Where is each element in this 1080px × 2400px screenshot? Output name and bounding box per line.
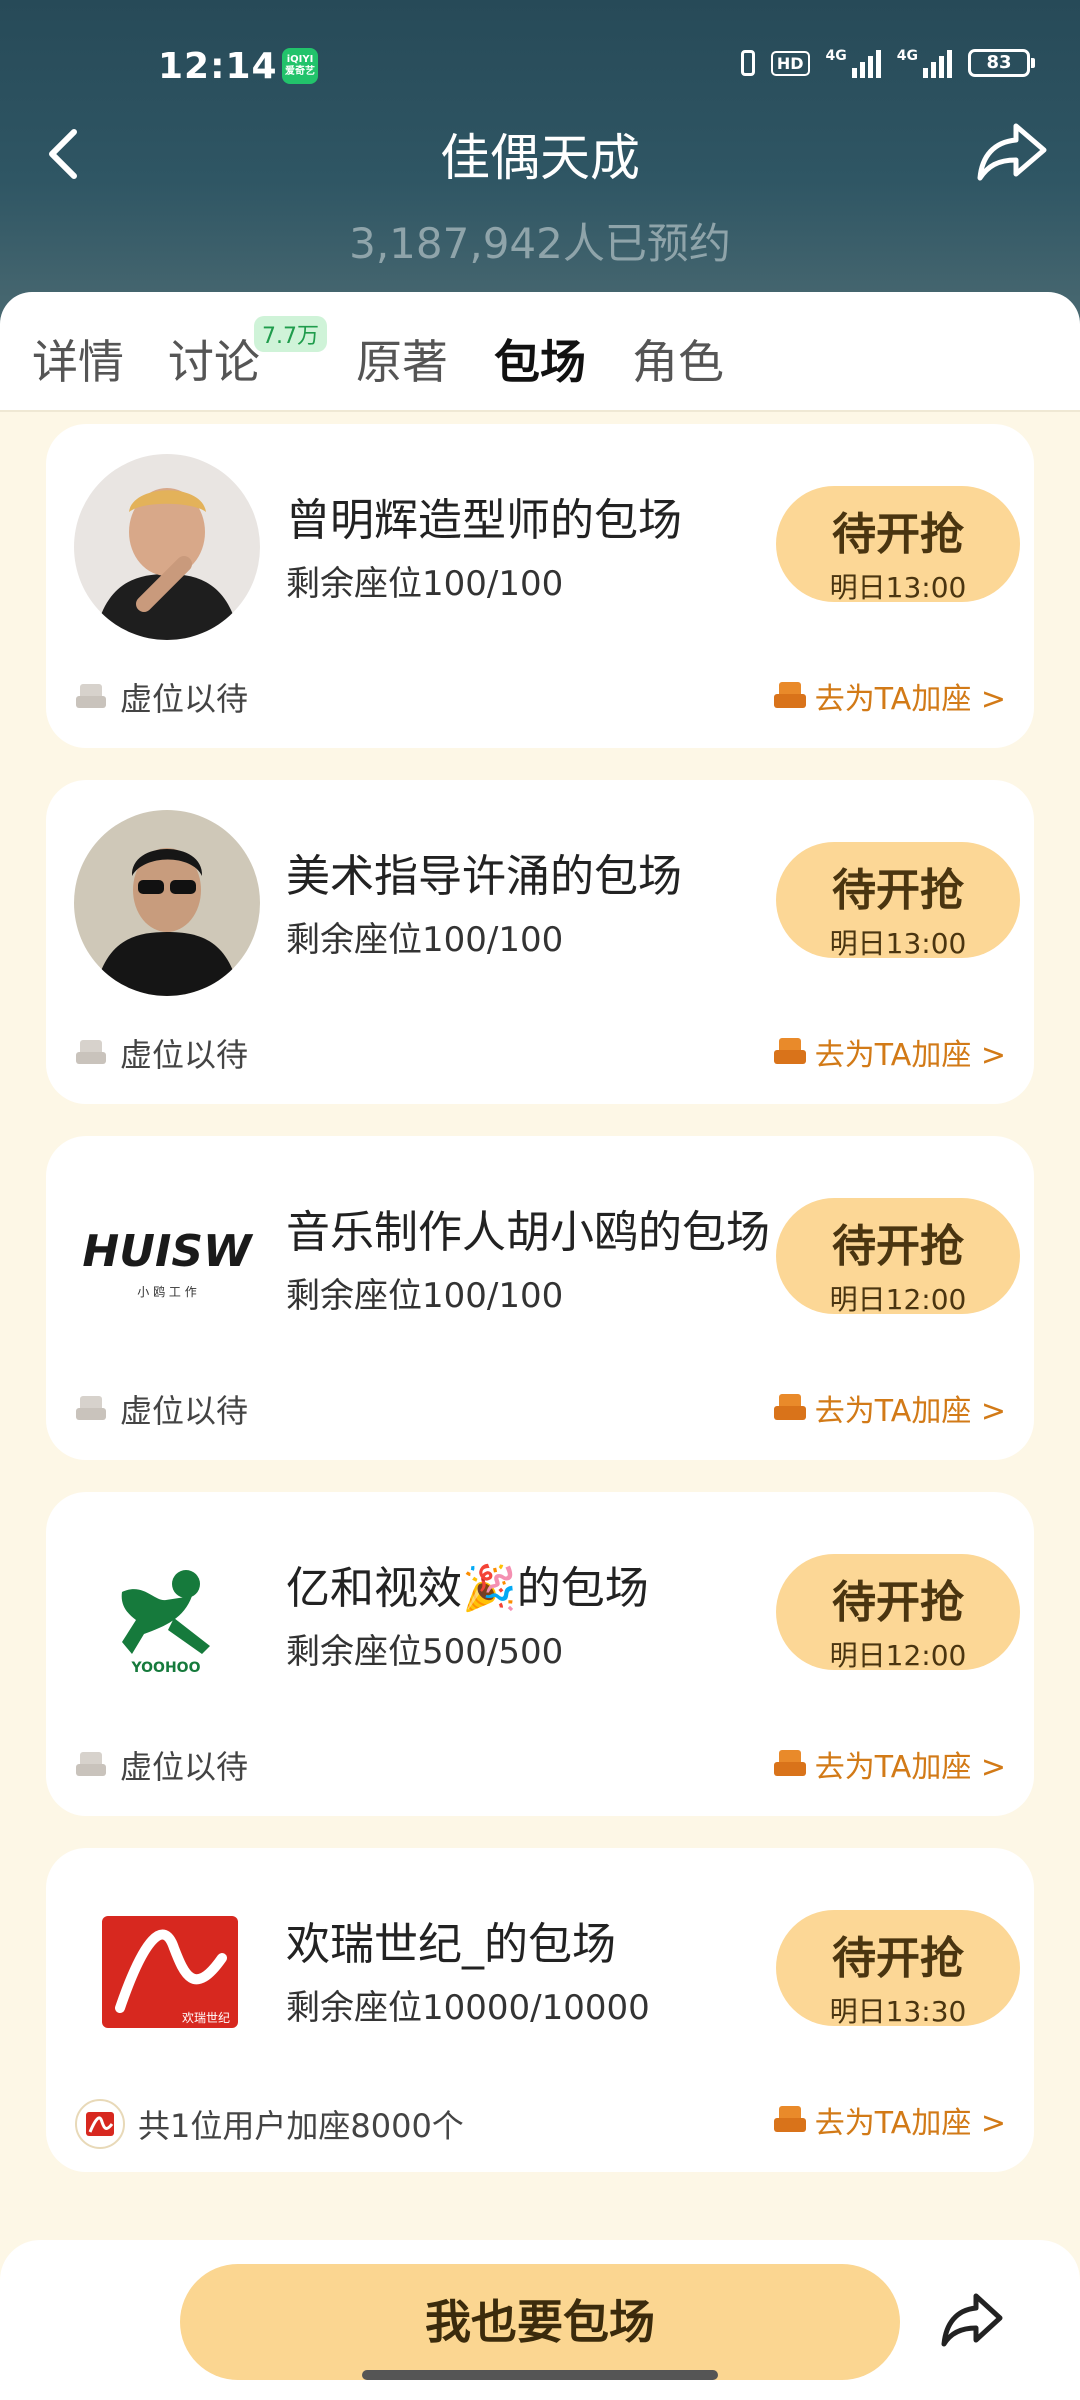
grab-button[interactable]: 待开抢 明日13:30: [776, 1910, 1020, 2028]
signal-icon-1: 4G: [826, 48, 881, 78]
status-time: 12:14: [158, 46, 278, 87]
seat-icon: [76, 1752, 106, 1776]
screening-card[interactable]: YOOHOO 亿和视效🎉的包场 剩余座位500/500 待开抢 明日12:00 …: [46, 1492, 1034, 1816]
add-seat-link[interactable]: 去为TA加座 >: [773, 1742, 1006, 1786]
screening-title: 曾明辉造型师的包场: [286, 495, 682, 546]
iqiyi-app-icon: iQIYI 爱奇艺: [282, 48, 318, 84]
grab-label: 待开抢: [832, 1933, 964, 1984]
sofa-icon: [773, 2106, 806, 2132]
grab-time: 明日12:00: [829, 1639, 967, 1672]
add-seat-text: 去为TA加座 >: [814, 1038, 1006, 1073]
tab-original-novel[interactable]: 原著: [356, 326, 448, 392]
seat-icon: [76, 1396, 106, 1420]
huisw-logo-subtext: 小 鸥 工 作: [137, 1284, 196, 1299]
avatar[interactable]: HUISW 小 鸥 工 作: [74, 1166, 260, 1352]
add-seat-text: 去为TA加座 >: [814, 682, 1006, 717]
seat-status-text: 虚位以待: [120, 1036, 249, 1074]
screening-title: 美术指导许涌的包场: [286, 851, 682, 902]
screening-card[interactable]: 曾明辉造型师的包场 剩余座位100/100 待开抢 明日13:00 虚位以待 去…: [46, 424, 1034, 748]
reservation-count: 3,187,942人已预约: [349, 219, 731, 268]
grab-button[interactable]: 待开抢 明日13:00: [776, 842, 1020, 960]
tab-details[interactable]: 详情: [32, 326, 124, 392]
remaining-seats: 剩余座位10000/10000: [286, 1988, 650, 2028]
seat-status-text: 虚位以待: [120, 1748, 249, 1786]
avatar[interactable]: [74, 454, 260, 640]
remaining-seats: 剩余座位500/500: [286, 1632, 564, 1672]
seat-status: 虚位以待: [74, 674, 248, 720]
grab-label: 待开抢: [832, 1221, 964, 1272]
screening-card[interactable]: HUISW 小 鸥 工 作 音乐制作人胡小鸥的包场 剩余座位100/100 待开…: [46, 1136, 1034, 1460]
share-icon[interactable]: [940, 2290, 1004, 2350]
share-icon[interactable]: [976, 120, 1048, 184]
status-icons: HD 4G 4G 83: [740, 48, 1035, 78]
discussion-count-badge: 7.7万: [254, 316, 327, 352]
signal-icon-2: 4G: [897, 48, 952, 78]
remaining-seats: 剩余座位100/100: [286, 920, 564, 960]
battery-icon: 83: [968, 49, 1035, 77]
user-avatar-small[interactable]: [74, 2098, 126, 2150]
tab-characters[interactable]: 角色: [632, 326, 724, 392]
grab-time: 明日12:00: [829, 1283, 967, 1316]
screening-title: 音乐制作人胡小鸥的包场: [286, 1207, 770, 1258]
screening-card[interactable]: 欢瑞世纪 欢瑞世纪_的包场 剩余座位10000/10000 待开抢 明日13:3…: [46, 1848, 1034, 2172]
seat-status: 虚位以待: [74, 1742, 248, 1788]
add-seat-text: 去为TA加座 >: [814, 2106, 1006, 2141]
avatar[interactable]: 欢瑞世纪: [74, 1878, 260, 2064]
sofa-icon: [773, 1750, 806, 1776]
network-type-label-2: 4G: [896, 48, 918, 64]
avatar[interactable]: [74, 810, 260, 996]
seat-status: 虚位以待: [74, 1386, 248, 1432]
add-seat-text: 去为TA加座 >: [814, 1750, 1006, 1785]
seat-status-text: 虚位以待: [120, 680, 249, 718]
header: 12:14 iQIYI 爱奇艺 HD 4G 4G 83 佳偶天成 3,187,94…: [0, 0, 1080, 330]
screening-title: 亿和视效🎉的包场: [286, 1563, 649, 1614]
grab-label: 待开抢: [832, 509, 964, 560]
status-bar: 12:14 iQIYI 爱奇艺 HD 4G 4G 83: [0, 44, 1080, 94]
page-title: 佳偶天成: [440, 129, 640, 187]
seat-status: 虚位以待: [74, 1030, 248, 1076]
add-seat-link[interactable]: 去为TA加座 >: [773, 1386, 1006, 1430]
seat-status: 共1位用户加座8000个: [74, 2098, 464, 2150]
screening-title: 欢瑞世纪_的包场: [286, 1919, 616, 1970]
seat-status-text: 虚位以待: [120, 1392, 249, 1430]
add-seat-link[interactable]: 去为TA加座 >: [773, 674, 1006, 718]
vibrate-icon: [740, 50, 755, 76]
grab-label: 待开抢: [832, 1577, 964, 1628]
grab-button[interactable]: 待开抢 明日12:00: [776, 1554, 1020, 1672]
screening-card[interactable]: 美术指导许涌的包场 剩余座位100/100 待开抢 明日13:00 虚位以待 去…: [46, 780, 1034, 1104]
tab-private-screening[interactable]: 包场: [494, 326, 586, 392]
yoohoo-logo: YOOHOO: [131, 1660, 201, 1676]
grab-time: 明日13:30: [829, 1995, 967, 2028]
remaining-seats: 剩余座位100/100: [286, 564, 564, 604]
hd-voice-icon: HD: [770, 50, 810, 76]
create-screening-button[interactable]: 我也要包场: [180, 2264, 900, 2380]
grab-label: 待开抢: [832, 865, 964, 916]
grab-time: 明日13:00: [829, 571, 967, 604]
gesture-handle[interactable]: [362, 2370, 718, 2380]
huisw-logo: HUISW: [82, 1226, 254, 1277]
huanrui-logo: 欢瑞世纪: [182, 2010, 230, 2025]
grab-button[interactable]: 待开抢 明日13:00: [776, 486, 1020, 604]
add-seat-link[interactable]: 去为TA加座 >: [773, 2098, 1006, 2142]
add-seat-link[interactable]: 去为TA加座 >: [773, 1030, 1006, 1074]
tab-bar: 详情 讨论 7.7万 原著 包场 角色: [0, 292, 1080, 412]
remaining-seats: 剩余座位100/100: [286, 1276, 564, 1316]
sofa-icon: [773, 1038, 806, 1064]
tab-discussion[interactable]: 讨论: [168, 326, 260, 392]
battery-level: 83: [986, 52, 1012, 73]
grab-time: 明日13:00: [829, 927, 967, 960]
avatar[interactable]: YOOHOO: [74, 1522, 260, 1708]
sofa-icon: [773, 682, 806, 708]
add-seat-text: 去为TA加座 >: [814, 1394, 1006, 1429]
network-type-label: 4G: [825, 48, 847, 64]
grab-button[interactable]: 待开抢 明日12:00: [776, 1198, 1020, 1316]
seat-status-text: 共1位用户加座8000个: [138, 2107, 464, 2145]
sofa-icon: [773, 1394, 806, 1420]
seat-icon: [76, 684, 106, 708]
seat-icon: [76, 1040, 106, 1064]
